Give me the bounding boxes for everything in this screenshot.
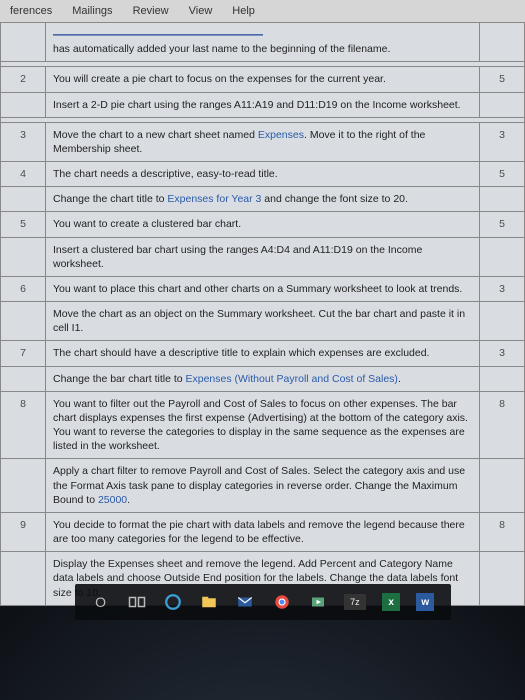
step-points: 3: [480, 341, 525, 366]
step-points: 8: [480, 391, 525, 459]
step-number: 3: [1, 122, 46, 161]
excel-icon[interactable]: x: [382, 593, 400, 611]
task-view-icon[interactable]: [127, 592, 147, 612]
tab-review[interactable]: Review: [123, 2, 179, 20]
step-points: [480, 237, 525, 276]
step-instruction: Insert a 2-D pie chart using the ranges …: [46, 92, 480, 117]
step-points: [480, 552, 525, 606]
step-points: [480, 92, 525, 117]
video-icon[interactable]: [308, 592, 328, 612]
step-points: 3: [480, 122, 525, 161]
taskbar[interactable]: O 7z x w: [75, 584, 451, 620]
step-instruction: You want to filter out the Payroll and C…: [46, 391, 480, 459]
mail-icon[interactable]: [235, 592, 255, 612]
step-number: [1, 92, 46, 117]
step-number: [1, 459, 46, 513]
step-instruction: You decide to format the pie chart with …: [46, 512, 480, 551]
step-number: 6: [1, 276, 46, 301]
step-number: [1, 187, 46, 212]
7z-icon[interactable]: 7z: [344, 594, 366, 610]
step-number: [1, 302, 46, 341]
step-points: [480, 187, 525, 212]
document-content: ————————————————————has automatically ad…: [0, 22, 525, 606]
step-instruction: Insert a clustered bar chart using the r…: [46, 237, 480, 276]
instructions-table: ————————————————————has automatically ad…: [0, 22, 525, 606]
step-points: 5: [480, 212, 525, 237]
ribbon-tabs: ferences Mailings Review View Help: [0, 0, 525, 22]
step-number: [1, 552, 46, 606]
step-instruction: You want to create a clustered bar chart…: [46, 212, 480, 237]
step-number: 2: [1, 67, 46, 92]
word-icon[interactable]: w: [416, 593, 434, 611]
step-instruction: Change the bar chart title to Expenses (…: [46, 366, 480, 391]
step-instruction: The chart needs a descriptive, easy-to-r…: [46, 162, 480, 187]
edge-icon[interactable]: [163, 592, 183, 612]
tab-mailings[interactable]: Mailings: [62, 2, 122, 20]
tab-help[interactable]: Help: [222, 2, 265, 20]
step-points: 8: [480, 512, 525, 551]
step-instruction: Move the chart as an object on the Summa…: [46, 302, 480, 341]
step-number: [1, 366, 46, 391]
explorer-icon[interactable]: [199, 592, 219, 612]
step-points: [480, 366, 525, 391]
step-number: 4: [1, 162, 46, 187]
step-points: [480, 302, 525, 341]
step-number: 5: [1, 212, 46, 237]
step-points: 5: [480, 67, 525, 92]
step-number: 8: [1, 391, 46, 459]
step-points: 3: [480, 276, 525, 301]
cortana-icon[interactable]: O: [91, 592, 111, 612]
step-instruction: Apply a chart filter to remove Payroll a…: [46, 459, 480, 513]
tab-references[interactable]: ferences: [0, 2, 62, 20]
step-instruction: You want to place this chart and other c…: [46, 276, 480, 301]
step-number: 7: [1, 341, 46, 366]
step-points: [480, 459, 525, 513]
step-instruction: The chart should have a descriptive titl…: [46, 341, 480, 366]
chrome-icon[interactable]: [272, 592, 292, 612]
step-points: 5: [480, 162, 525, 187]
step-instruction: You will create a pie chart to focus on …: [46, 67, 480, 92]
step-points: [480, 23, 525, 62]
step-number: [1, 237, 46, 276]
step-instruction: Move the chart to a new chart sheet name…: [46, 122, 480, 161]
tab-view[interactable]: View: [179, 2, 223, 20]
step-instruction: ————————————————————has automatically ad…: [46, 23, 480, 62]
step-number: 9: [1, 512, 46, 551]
step-instruction: Change the chart title to Expenses for Y…: [46, 187, 480, 212]
step-number: [1, 23, 46, 62]
